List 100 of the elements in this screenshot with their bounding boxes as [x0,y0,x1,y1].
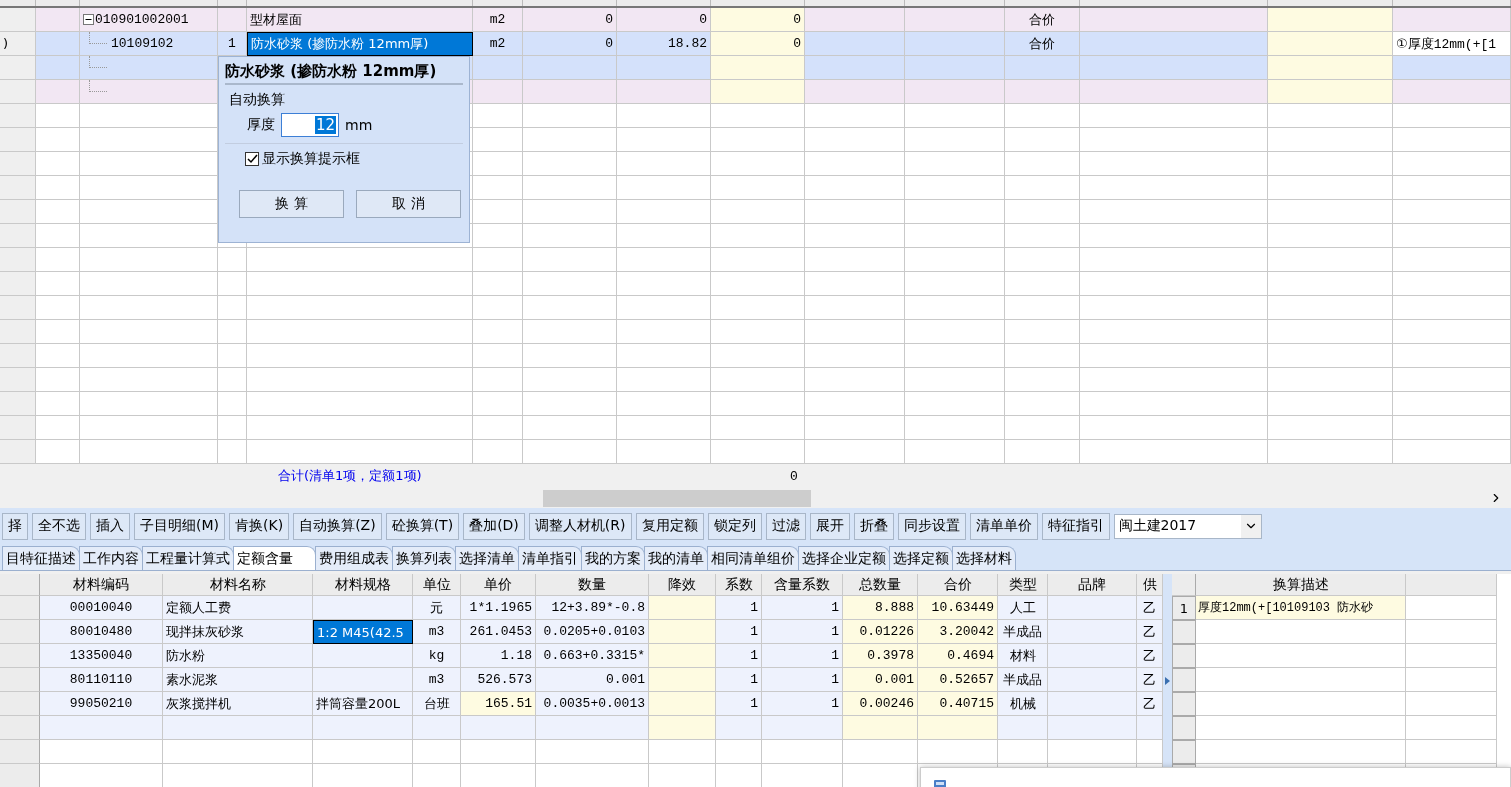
table-cell [36,296,80,320]
toolbar-button[interactable]: 调整人材机(R) [528,512,632,540]
tab[interactable]: 清单指引 [518,546,582,570]
table-cell [36,392,80,416]
toolbar-button[interactable]: 砼换算(T) [385,512,460,540]
tab[interactable]: 相同清单组价 [707,546,799,570]
row-header[interactable] [1172,620,1196,644]
table-cell [473,344,523,368]
popup-button[interactable]: 取 消 [356,190,461,218]
checkbox[interactable] [245,152,259,166]
column-header[interactable]: 供 [1137,574,1163,596]
tab[interactable]: 费用组成表 [315,546,393,570]
row-header[interactable] [1172,574,1196,596]
table-cell: 8.888 [843,596,918,620]
toolbar-button[interactable]: 子目明细(M) [134,512,225,540]
table-cell [36,320,80,344]
table-cell: 厚度12mm(+[10109103 防水砂 [1196,596,1406,620]
row-header[interactable] [1172,692,1196,716]
table-cell [473,416,523,440]
tab[interactable]: 我的方案 [581,546,645,570]
column-header[interactable]: 总数量 [843,574,918,596]
standard-select[interactable]: 闽土建2017 [1113,513,1262,539]
toolbar-button[interactable]: 同步设置 [897,512,966,540]
thickness-input[interactable]: 12 [281,113,339,137]
tab[interactable]: 目特征描述 [2,546,80,570]
tab[interactable]: 定额含量 [233,546,316,570]
table-cell [473,128,523,152]
column-header[interactable]: 换算描述 [1196,574,1406,596]
tab[interactable]: 工程量计算式 [142,546,234,570]
table-cell: 0.001 [843,668,918,692]
table-cell [473,392,523,416]
tab[interactable]: 选择定额 [889,546,953,570]
table-cell: 0 [711,32,805,56]
tab[interactable]: 工作内容 [79,546,143,570]
column-header[interactable]: 含量系数 [762,574,843,596]
toolbar-button[interactable]: 过滤 [765,512,806,540]
tab[interactable]: 换算列表 [392,546,456,570]
column-header[interactable]: 材料名称 [163,574,313,596]
row-header[interactable] [1172,668,1196,692]
toolbar-button[interactable]: 折叠 [853,512,894,540]
table-cell [218,272,247,296]
toolbar-button[interactable]: 展开 [809,512,850,540]
tab[interactable]: 选择材料 [952,546,1016,570]
checkbox-label: 显示换算提示框 [262,150,360,168]
tab[interactable]: 选择清单 [455,546,519,570]
triangle-right-icon[interactable] [1165,676,1170,685]
column-header[interactable]: 类型 [998,574,1048,596]
toolbar-button[interactable]: 锁定列 [707,512,762,540]
row-header[interactable] [0,574,40,596]
toolbar-button[interactable]: 全不选 [32,512,86,540]
name-cell[interactable]: 防水砂浆 (掺防水粉 12mm厚) [247,32,473,56]
tab[interactable]: 我的清单 [644,546,708,570]
popup-button[interactable]: 换 算 [239,190,344,218]
table-row[interactable]: ) 10109102 1 防水砂浆 (掺防水粉 12mm厚) m2 0 18.82 0 合价 ①厚度12mm(+[1 [0,32,1511,56]
toolbar-button[interactable]: 叠加(D) [463,512,525,540]
column-header[interactable]: 材料规格 [313,574,413,596]
row-header[interactable] [1172,644,1196,668]
table-cell [36,128,80,152]
table-cell [218,296,247,320]
table-cell [473,104,523,128]
collapse-icon[interactable] [83,14,94,25]
column-header[interactable]: 单位 [413,574,461,596]
row-number[interactable]: 1 [1172,596,1196,620]
table-cell [473,272,523,296]
table-cell [473,152,523,176]
column-header[interactable]: 单价 [461,574,536,596]
toolbar-button[interactable]: 复用定额 [635,512,704,540]
column-header[interactable]: 品牌 [1048,574,1137,596]
table-cell: 0 [711,8,805,32]
unit-label: mm [345,117,373,133]
toolbar-button[interactable]: 特征指引 [1041,512,1110,540]
horizontal-scrollbar[interactable] [0,488,1511,508]
tab[interactable]: 选择企业定额 [798,546,890,570]
field-label: 厚度 [247,116,275,134]
row-header[interactable] [0,764,40,787]
group-label: 自动换算 [229,91,286,109]
summary-text: 合计(清单1项，定额1项) [278,467,423,485]
row-header[interactable] [0,716,40,740]
column-header[interactable]: 数量 [536,574,649,596]
table-row[interactable]: 010901002001 型材屋面 m2 0 0 0 合价 [0,8,1511,32]
row-header[interactable] [1172,716,1196,740]
column-header[interactable]: 降效 [649,574,716,596]
column-header[interactable]: 合价 [918,574,998,596]
toolbar-button[interactable]: 择 [2,512,28,540]
column-header[interactable]: 材料编码 [40,574,163,596]
toolbar-button[interactable]: 插入 [90,512,130,540]
table-cell [473,80,523,104]
row-header[interactable] [0,596,40,620]
toolbar-button[interactable]: 自动换算(Z) [293,512,382,540]
row-header[interactable] [0,644,40,668]
table-cell: 0.00246 [843,692,918,716]
row-header[interactable] [0,620,40,644]
row-header[interactable] [0,668,40,692]
row-header[interactable] [0,692,40,716]
column-header[interactable]: 系数 [716,574,762,596]
toolbar-button[interactable]: 清单单价 [969,512,1038,540]
table-cell [36,152,80,176]
row-header[interactable] [0,740,40,764]
row-header[interactable] [1172,740,1196,764]
toolbar-button[interactable]: 肯换(K) [229,512,290,540]
